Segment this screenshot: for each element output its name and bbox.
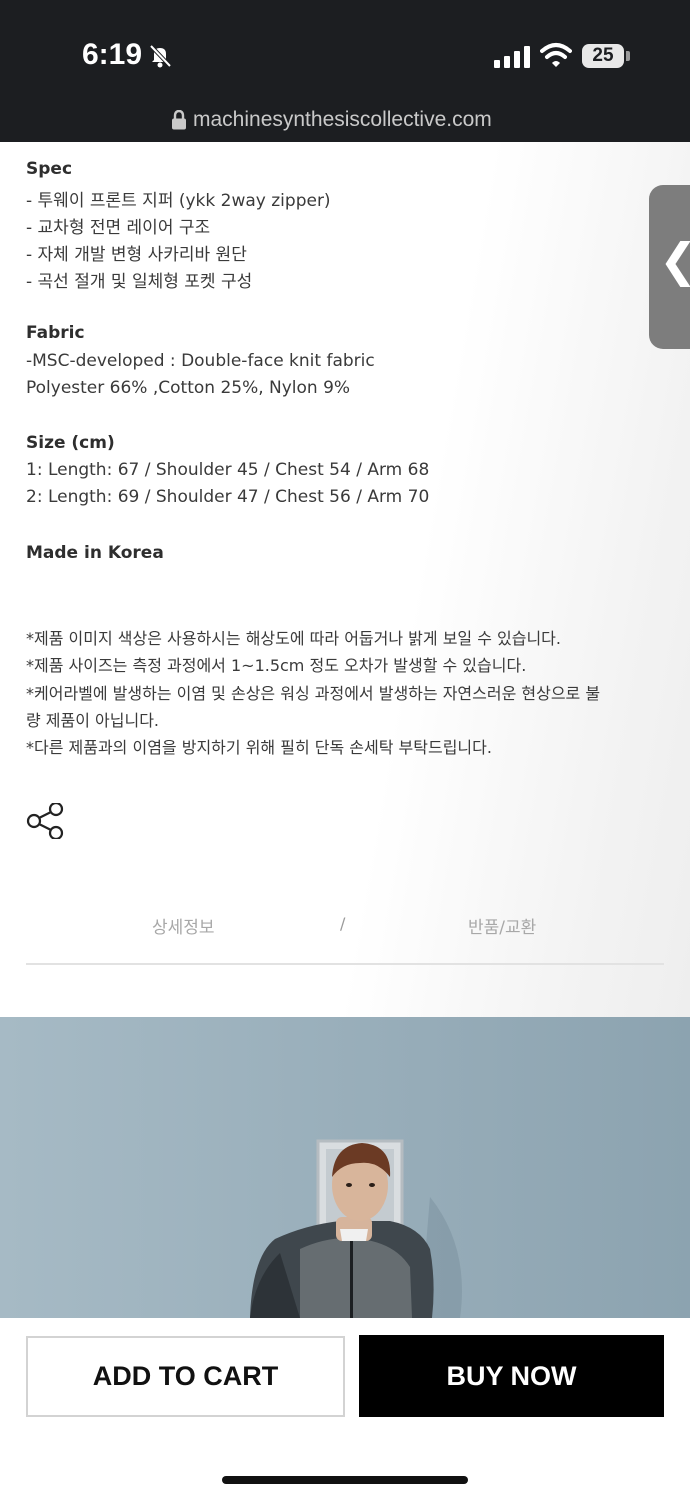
fabric-line: -MSC-developed : Double-face knit fabric (26, 351, 375, 371)
product-photo (0, 1017, 690, 1318)
fabric-heading: Fabric (26, 323, 85, 343)
spec-item: - 투웨이 프론트 지퍼 (ykk 2way zipper) (26, 191, 331, 211)
care-note: 량 제품이 아닙니다. (26, 711, 160, 730)
spec-item: - 곡선 절개 및 일체형 포켓 구성 (26, 272, 253, 292)
care-note: *다른 제품과의 이염을 방지하기 위해 필히 단독 손세탁 부탁드립니다. (26, 738, 492, 757)
buy-now-button[interactable]: BUY NOW (359, 1335, 664, 1417)
battery-indicator: 25 (582, 44, 624, 68)
status-time: 6:19 (82, 38, 143, 71)
add-to-cart-button[interactable]: ADD TO CART (26, 1336, 345, 1417)
wifi-icon (540, 43, 572, 67)
tab-detail-info[interactable]: 상세정보 (152, 913, 215, 938)
origin-label: Made in Korea (26, 543, 164, 563)
status-bar: 6:19 25 (0, 0, 690, 100)
care-note: *제품 사이즈는 측정 과정에서 1~1.5cm 정도 오차가 발생할 수 있습… (26, 656, 527, 675)
spec-item: - 자체 개발 변형 사카리바 원단 (26, 245, 247, 265)
tab-returns-exchange[interactable]: 반품/교환 (468, 913, 536, 938)
home-indicator[interactable] (222, 1476, 468, 1484)
size-heading: Size (cm) (26, 433, 115, 453)
size-line: 1: Length: 67 / Shoulder 45 / Chest 54 /… (26, 460, 430, 480)
spec-item: - 교차형 전면 레이어 구조 (26, 218, 211, 238)
browser-url-bar[interactable]: machinesynthesiscollective.com (0, 100, 690, 142)
side-drawer-tab[interactable]: ❮ (649, 185, 690, 349)
bell-muted-icon (149, 44, 172, 68)
fabric-line: Polyester 66% ,Cotton 25%, Nylon 9% (26, 378, 351, 398)
care-note: *케어라벨에 발생하는 이염 및 손상은 워싱 과정에서 발생하는 자연스러운 … (26, 684, 601, 703)
bottom-action-bar: ADD TO CART BUY NOW (0, 1318, 690, 1500)
chevron-left-icon: ❮ (659, 237, 690, 283)
battery-nub (626, 51, 630, 61)
tab-separator: / (340, 914, 346, 933)
lock-icon (172, 110, 186, 130)
care-note: *제품 이미지 색상은 사용하시는 해상도에 따라 어둡거나 밝게 보일 수 있… (26, 629, 561, 648)
tab-divider (26, 963, 664, 965)
model-image (0, 1017, 690, 1318)
size-line: 2: Length: 69 / Shoulder 47 / Chest 56 /… (26, 487, 430, 507)
share-icon[interactable] (26, 803, 64, 839)
url-text[interactable]: machinesynthesiscollective.com (193, 108, 492, 132)
cellular-signal-icon (494, 46, 530, 68)
spec-heading: Spec (26, 159, 73, 179)
